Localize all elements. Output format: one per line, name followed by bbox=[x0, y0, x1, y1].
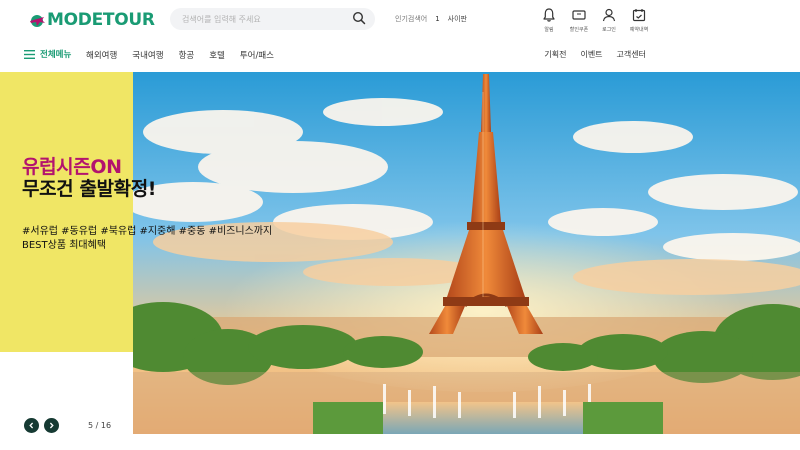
nav-item-tours-passes[interactable]: 투어/패스 bbox=[240, 49, 274, 61]
logo-wordmark: MODETOUR bbox=[47, 10, 155, 30]
nav-main-links: 해외여행 국내여행 항공 호텔 투어/패스 bbox=[86, 49, 274, 61]
ticket-icon bbox=[572, 10, 586, 20]
main-navigation: 전체메뉴 해외여행 국내여행 항공 호텔 투어/패스 기획전 이벤트 고객센터 bbox=[0, 40, 800, 70]
banner-page-indicator: 5 / 16 bbox=[88, 421, 112, 430]
coupon-button[interactable]: 할인쿠폰 bbox=[564, 7, 594, 33]
popular-keyword-link[interactable]: 사이판 bbox=[448, 14, 467, 24]
hero-tags: #서유럽 #동유럽 #북유럽 #지중해 #중동 #비즈니스까지 bbox=[22, 226, 273, 237]
site-header: MODETOUR 인기검색어 1 사이판 알림 할인쿠폰 bbox=[0, 0, 800, 72]
reservations-button[interactable]: 예약내역 bbox=[624, 7, 654, 33]
hero-copy: 유럽시즌ON 무조건 출발확정! #서유럽 #동유럽 #북유럽 #지중해 #중동… bbox=[22, 156, 272, 253]
popular-keyword-rank: 1 bbox=[435, 15, 440, 23]
login-button[interactable]: 로그인 bbox=[594, 7, 624, 33]
nav-item-hotels[interactable]: 호텔 bbox=[209, 49, 225, 61]
nav-item-overseas[interactable]: 해외여행 bbox=[86, 49, 117, 61]
notification-button[interactable]: 알림 bbox=[534, 7, 564, 33]
airplane-logo-icon bbox=[28, 12, 46, 28]
chevron-right-icon bbox=[49, 422, 54, 429]
hero-title-line2: 무조건 출발확정! bbox=[22, 178, 157, 200]
search-button[interactable] bbox=[351, 11, 367, 27]
nav-item-promotions[interactable]: 기획전 bbox=[544, 49, 566, 60]
util-label: 알림 bbox=[544, 27, 554, 33]
hamburger-icon bbox=[24, 49, 35, 59]
banner-next-button[interactable] bbox=[44, 418, 59, 433]
hero-image-eiffel-tower bbox=[133, 72, 800, 434]
hero-title-line1: 유럽시즌ON bbox=[22, 156, 122, 178]
search-bar bbox=[170, 8, 375, 30]
nav-secondary-links: 기획전 이벤트 고객센터 bbox=[544, 49, 646, 60]
bell-icon bbox=[543, 8, 555, 22]
utility-menu: 알림 할인쿠폰 로그인 예약내역 bbox=[534, 7, 654, 33]
nav-item-events[interactable]: 이벤트 bbox=[580, 49, 602, 60]
user-icon bbox=[602, 8, 616, 22]
chevron-left-icon bbox=[29, 422, 34, 429]
hero-banner[interactable]: 유럽시즌ON 무조건 출발확정! #서유럽 #동유럽 #북유럽 #지중해 #중동… bbox=[0, 72, 800, 450]
nav-item-flights[interactable]: 항공 bbox=[179, 49, 195, 61]
util-label: 할인쿠폰 bbox=[569, 27, 589, 33]
popular-keywords: 인기검색어 1 사이판 bbox=[395, 14, 467, 24]
calendar-icon bbox=[632, 9, 646, 22]
util-label: 예약내역 bbox=[629, 27, 649, 33]
site-logo[interactable]: MODETOUR bbox=[28, 8, 155, 32]
nav-item-domestic[interactable]: 국내여행 bbox=[132, 49, 163, 61]
all-menu-label: 전체메뉴 bbox=[40, 50, 72, 60]
all-menu-button[interactable]: 전체메뉴 bbox=[24, 48, 71, 60]
popular-keywords-label: 인기검색어 bbox=[395, 15, 428, 23]
banner-prev-button[interactable] bbox=[24, 418, 39, 433]
banner-pager: 5 / 16 bbox=[24, 418, 111, 433]
search-icon bbox=[352, 11, 366, 25]
util-label: 로그인 bbox=[602, 27, 616, 33]
nav-item-customer-center[interactable]: 고객센터 bbox=[617, 49, 646, 60]
hero-subtitle: BEST상품 최대혜택 bbox=[22, 240, 107, 251]
search-input[interactable] bbox=[182, 8, 342, 30]
